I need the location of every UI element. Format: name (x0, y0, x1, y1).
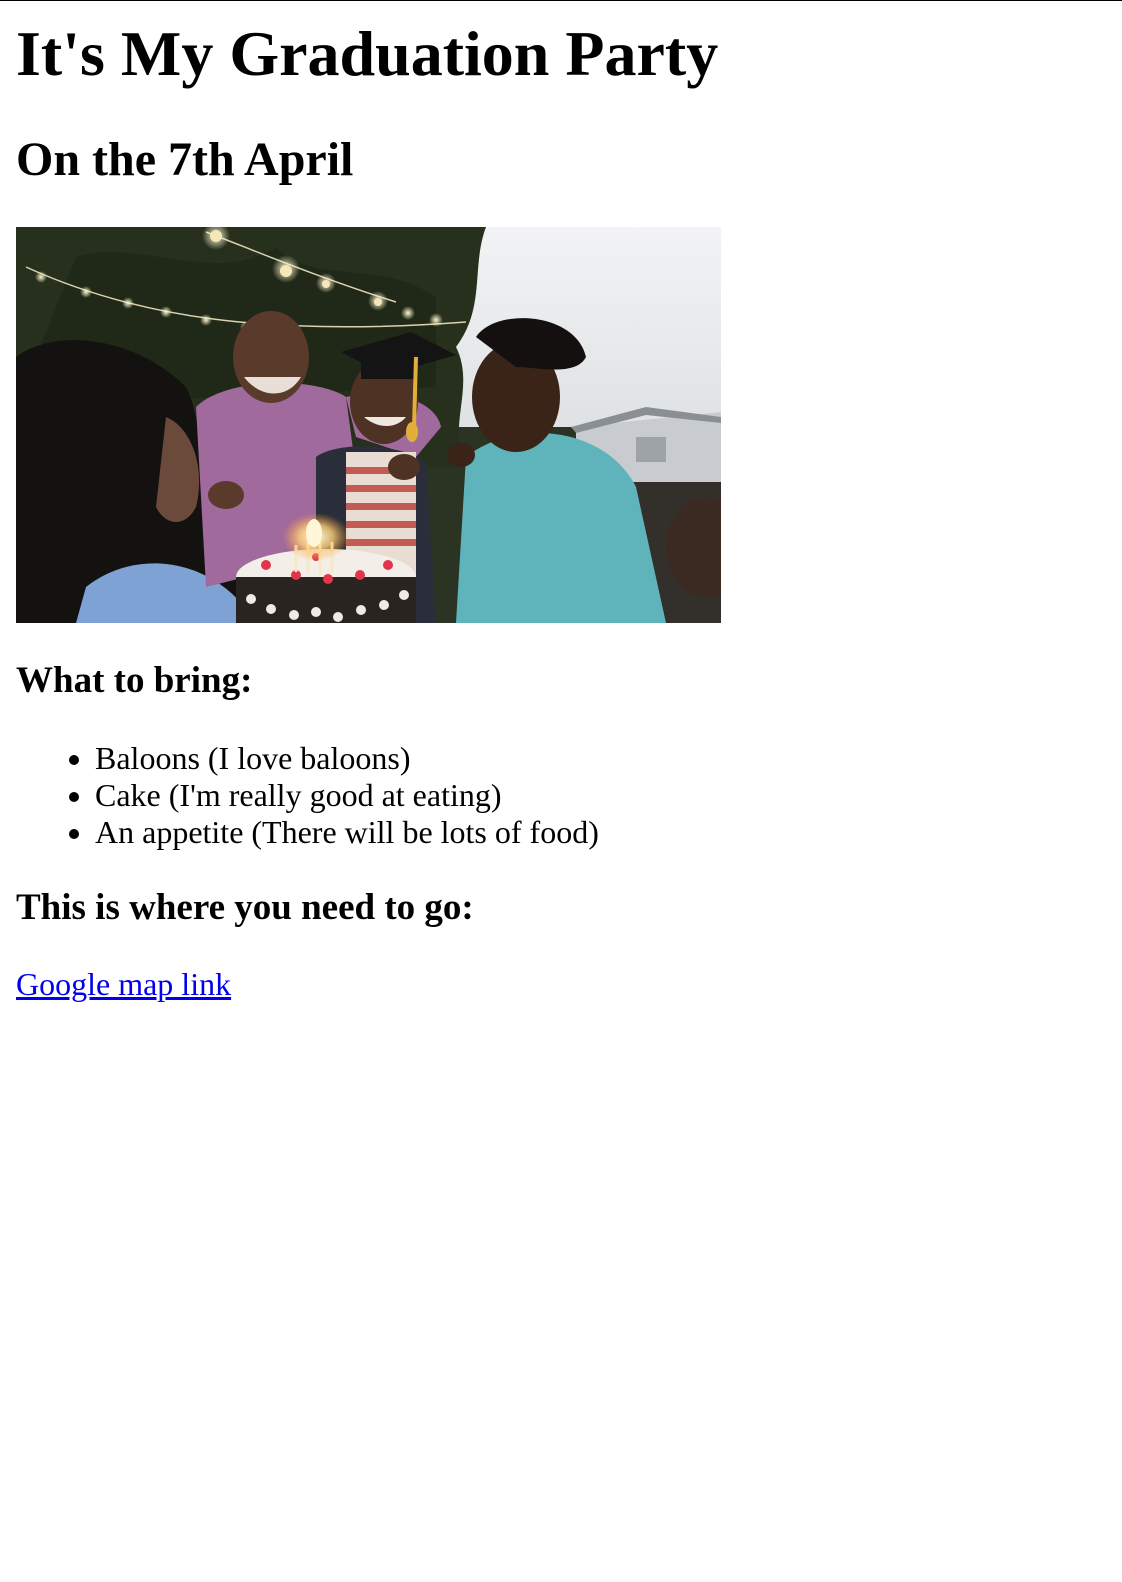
page-title: It's My Graduation Party (16, 18, 719, 89)
list-item: An appetite (There will be lots of food) (95, 814, 599, 851)
list-item: Baloons (I love baloons) (95, 740, 599, 777)
date-heading: On the 7th April (16, 133, 354, 186)
directions-heading: This is where you need to go: (16, 887, 474, 928)
what-to-bring-heading: What to bring: (16, 660, 253, 701)
top-border (0, 0, 1122, 1)
graduation-party-photo (16, 227, 721, 623)
google-map-link[interactable]: Google map link (16, 966, 231, 1003)
bring-list: Baloons (I love baloons) Cake (I'm reall… (16, 740, 599, 851)
list-item: Cake (I'm really good at eating) (95, 777, 599, 814)
photo-illustration (16, 227, 721, 623)
